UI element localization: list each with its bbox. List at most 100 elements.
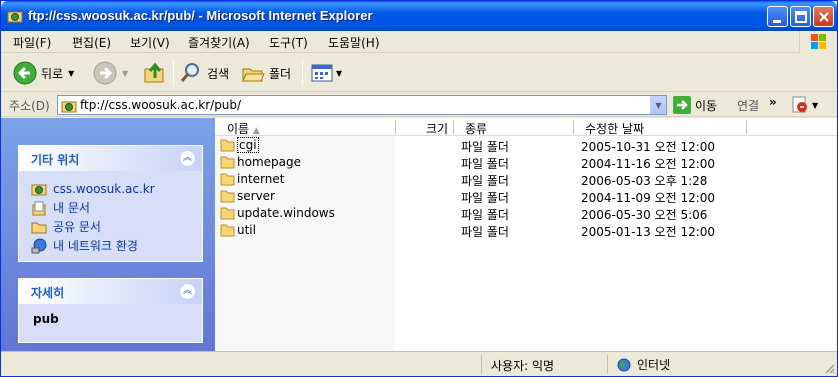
file-name: internet [237, 172, 285, 186]
file-type: 파일 폴더 [461, 191, 509, 205]
close-button[interactable] [813, 6, 834, 27]
place-my-network[interactable]: 내 네트워크 환경 [31, 236, 202, 255]
maximize-icon [795, 11, 807, 23]
task-pane: 기타 위치 ︽ css.woosuk.ac.kr 내 문서 공유 문서 내 네트… [1, 118, 215, 351]
file-type: 파일 폴더 [461, 140, 509, 154]
col-size[interactable]: 크기 [426, 120, 448, 137]
chevron-right-icon[interactable]: » [769, 95, 777, 109]
windows-logo [799, 31, 837, 53]
back-label: 뒤로 [41, 66, 64, 81]
back-button[interactable]: 뒤로 ▼ [13, 60, 74, 86]
views-dropdown-icon[interactable]: ▼ [336, 69, 342, 78]
go-button[interactable]: 이동 [673, 96, 717, 114]
file-type: 파일 폴더 [461, 174, 509, 188]
menu-file[interactable]: 파일(F) [13, 34, 51, 51]
close-icon [819, 12, 829, 22]
status-zone: 인터넷 [617, 356, 670, 373]
file-row-internet[interactable]: internet 파일 폴더 2006-05-03 오후 1:28 [215, 171, 837, 188]
folder-icon [220, 156, 235, 169]
address-value: ftp://css.woosuk.ac.kr/pub/ [80, 98, 242, 112]
address-input[interactable]: ftp://css.woosuk.ac.kr/pub/ ▼ [57, 95, 667, 115]
file-row-homepage[interactable]: homepage 파일 폴더 2004-11-16 오전 12:00 [215, 154, 837, 171]
menu-view[interactable]: 보기(V) [130, 34, 170, 51]
resize-grip-icon[interactable] [823, 362, 835, 374]
file-name: cgi [237, 137, 259, 153]
menu-tools[interactable]: 도구(T) [269, 34, 308, 51]
col-type[interactable]: 종류 [465, 120, 487, 137]
file-type: 파일 폴더 [461, 225, 509, 239]
network-places-icon [31, 238, 47, 253]
minimize-icon [773, 20, 781, 23]
internet-globe-icon [617, 358, 631, 371]
links-button[interactable]: 연결 [737, 97, 759, 114]
back-arrow-icon [13, 61, 37, 85]
column-divider[interactable] [746, 120, 747, 134]
menu-favorites[interactable]: 즐겨찾기(A) [188, 34, 250, 51]
forward-dropdown-icon[interactable]: ▼ [122, 69, 128, 78]
other-places-panel: 기타 위치 ︽ css.woosuk.ac.kr 내 문서 공유 문서 내 네트… [18, 145, 203, 262]
pdf-dropdown-icon[interactable]: ▼ [812, 101, 818, 110]
file-list: 이름 ▲ 크기 종류 수정한 날짜 cgi 파일 폴더 2005-10-31 오… [215, 118, 837, 351]
file-row-server[interactable]: server 파일 폴더 2004-11-09 오전 12:00 [215, 188, 837, 205]
collapse-icon[interactable]: ︽ [179, 283, 196, 300]
folder-icon [220, 207, 235, 220]
place-shared-documents[interactable]: 공유 문서 [31, 217, 202, 236]
views-icon [311, 64, 333, 82]
collapse-icon[interactable]: ︽ [179, 150, 196, 167]
views-button[interactable]: ▼ [310, 60, 342, 86]
file-modified: 2004-11-16 오전 12:00 [581, 157, 716, 171]
title-bar[interactable]: ftp://css.woosuk.ac.kr/pub/ - Microsoft … [1, 1, 837, 31]
folder-icon [220, 173, 235, 186]
details-panel: 자세히 ︽ pub [18, 278, 203, 343]
other-places-title: 기타 위치 [31, 153, 80, 167]
file-row-update-windows[interactable]: update.windows 파일 폴더 2006-05-30 오전 5:06 [215, 205, 837, 222]
column-divider[interactable] [573, 120, 574, 134]
file-row-cgi[interactable]: cgi 파일 폴더 2005-10-31 오전 12:00 [215, 137, 837, 154]
status-divider [481, 355, 482, 374]
address-dropdown-button[interactable]: ▼ [650, 96, 666, 114]
standard-toolbar: 뒤로 ▼ ▼ 검색 폴더 ▼ [1, 54, 837, 92]
file-name: update.windows [237, 206, 335, 220]
folder-icon [220, 224, 235, 237]
place-ftp-root[interactable]: css.woosuk.ac.kr [31, 179, 202, 198]
back-dropdown-icon[interactable]: ▼ [68, 69, 74, 78]
details-title: 자세히 [31, 286, 65, 300]
status-user: 사용자: 익명 [491, 359, 555, 373]
column-divider[interactable] [395, 120, 396, 134]
folders-label: 폴더 [269, 66, 292, 81]
search-label: 검색 [207, 66, 230, 81]
file-row-util[interactable]: util 파일 폴더 2005-01-13 오전 12:00 [215, 222, 837, 239]
maximize-button[interactable] [790, 6, 811, 27]
toolbar-separator [302, 60, 303, 86]
place-my-documents[interactable]: 내 문서 [31, 198, 202, 217]
file-modified: 2004-11-09 오전 12:00 [581, 191, 716, 205]
menu-edit[interactable]: 편집(E) [72, 34, 111, 51]
column-divider[interactable] [453, 120, 454, 134]
place-label: 공유 문서 [53, 220, 101, 234]
folder-icon [220, 190, 235, 203]
col-modified[interactable]: 수정한 날짜 [585, 120, 644, 137]
search-icon [180, 63, 199, 82]
menu-help[interactable]: 도움말(H) [328, 34, 380, 51]
details-header[interactable]: 자세히 ︽ [19, 279, 202, 304]
pdf-icon [792, 96, 807, 113]
ftp-folder-icon [7, 11, 23, 23]
folders-button[interactable]: 폴더 [241, 60, 291, 86]
shared-folder-icon [31, 222, 47, 233]
place-label: 내 네트워크 환경 [53, 239, 138, 253]
my-documents-icon [32, 201, 46, 215]
up-folder-button[interactable] [143, 60, 167, 86]
col-name-label: 이름 [227, 122, 250, 136]
window-title: ftp://css.woosuk.ac.kr/pub/ - Microsoft … [28, 8, 373, 23]
file-name: server [237, 189, 275, 203]
file-type: 파일 폴더 [461, 208, 509, 222]
pdf-toolbar-button[interactable]: ▼ [791, 96, 818, 114]
place-label: 내 문서 [53, 201, 90, 215]
col-name[interactable]: 이름 ▲ [227, 120, 260, 137]
minimize-button[interactable] [767, 6, 788, 27]
file-modified: 2005-01-13 오전 12:00 [581, 225, 716, 239]
other-places-header[interactable]: 기타 위치 ︽ [19, 146, 202, 171]
search-button[interactable]: 검색 [179, 60, 229, 86]
go-arrow-icon [673, 96, 691, 114]
forward-button[interactable]: ▼ [93, 60, 128, 86]
